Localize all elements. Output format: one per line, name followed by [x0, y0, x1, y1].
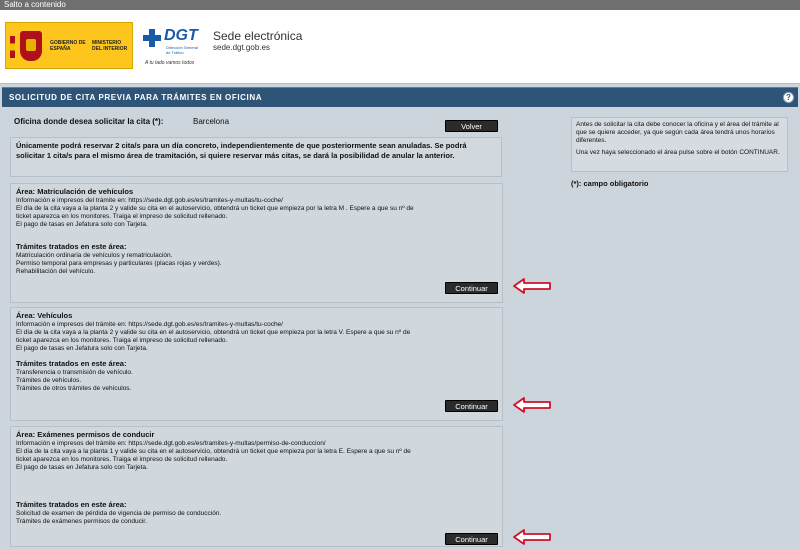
- page-title: SOLICITUD DE CITA PREVIA PARA TRÁMITES E…: [9, 93, 263, 102]
- skip-to-content-link[interactable]: Salto a contenido: [0, 0, 800, 10]
- area-instructions-line: ticket aparezca en los monitores. Traiga…: [16, 213, 228, 220]
- area-panel-examenes: Área: Exámenes permisos de conducir Info…: [10, 426, 503, 547]
- continue-button-vehiculos[interactable]: Continuar: [445, 400, 498, 412]
- side-info-text: Antes de solicitar la cita debe conocer …: [576, 121, 779, 144]
- procedure-item: Trámites de exámenes permisos de conduci…: [16, 518, 147, 525]
- procedure-item: Permiso temporal para empresas y particu…: [16, 260, 222, 267]
- procedures-title: Trámites tratados en este área:: [16, 242, 127, 251]
- gobierno-espana-logo[interactable]: GOBIERNO DE ESPAÑA MINISTERIO DEL INTERI…: [5, 22, 133, 69]
- area-panel-vehiculos: Área: Vehículos Información e impresos d…: [10, 307, 503, 421]
- red-arrow-icon: [513, 278, 551, 294]
- side-info-text: Una vez haya seleccionado el área pulse …: [576, 149, 780, 156]
- area-info-link[interactable]: Información e impresos del trámite en: h…: [16, 440, 497, 448]
- dgt-cross-icon: [143, 29, 161, 47]
- area-instructions-line: ticket aparezca en los monitores. Traiga…: [16, 337, 228, 344]
- site-header: GOBIERNO DE ESPAÑA MINISTERIO DEL INTERI…: [0, 10, 800, 84]
- area-info-link[interactable]: Información e impresos del trámite en: h…: [16, 197, 497, 205]
- area-instructions-line: El pago de tasas en Jefatura solo con Ta…: [16, 464, 148, 471]
- area-title: Área: Vehículos: [16, 311, 73, 320]
- procedure-item: Transferencia o transmisión de vehículo.: [16, 369, 133, 376]
- dgt-logo[interactable]: DGT Dirección General de Tráfico: [140, 22, 204, 58]
- procedure-item: Trámites de vehículos.: [16, 377, 82, 384]
- office-label: Oficina donde desea solicitar la cita (*…: [14, 117, 164, 126]
- procedures-title: Trámites tratados en este área:: [16, 359, 127, 368]
- coat-of-arms-icon: [20, 31, 42, 61]
- dgt-logo-name: DGT: [164, 27, 198, 44]
- area-instructions-line: El día de la cita vaya a la planta 2 y v…: [16, 205, 414, 212]
- page-title-bar: SOLICITUD DE CITA PREVIA PARA TRÁMITES E…: [2, 87, 798, 107]
- site-title: Sede electrónica: [213, 29, 303, 43]
- gov-text-gobierno: GOBIERNO DE ESPAÑA: [50, 40, 86, 52]
- office-value: Barcelona: [193, 117, 230, 126]
- back-button[interactable]: Volver: [445, 120, 498, 132]
- area-instructions-line: El pago de tasas en Jefatura solo con Ta…: [16, 221, 148, 228]
- help-icon[interactable]: ?: [783, 92, 794, 103]
- procedure-item: Solicitud de examen de pérdida de vigenc…: [16, 510, 222, 517]
- dgt-logo-subtitle: Dirección General de Tráfico: [166, 45, 199, 55]
- area-instructions-line: ticket aparezca en los monitores. Traiga…: [16, 456, 228, 463]
- procedure-item: Trámites de otros trámites de vehículos.: [16, 385, 132, 392]
- procedure-item: Matriculación ordinaria de vehículos y r…: [16, 252, 173, 259]
- site-url: sede.dgt.gob.es: [213, 43, 270, 52]
- dgt-tagline: A tu lado vamos todos: [145, 60, 195, 66]
- red-arrow-icon: [513, 529, 551, 545]
- booking-limit-notice: Únicamente podrá reservar 2 cita/s para …: [10, 137, 502, 177]
- red-arrow-icon: [513, 397, 551, 413]
- gov-text-ministerio: MINISTERIO DEL INTERIOR: [92, 40, 128, 52]
- area-title: Área: Exámenes permisos de conducir: [16, 430, 155, 439]
- area-panel-matriculacion: Área: Matriculación de vehículos Informa…: [10, 183, 503, 303]
- spain-flag-icon: [10, 36, 15, 58]
- procedures-title: Trámites tratados en este área:: [16, 500, 127, 509]
- area-info-link[interactable]: Información e impresos del trámite en: h…: [16, 321, 497, 329]
- area-instructions-line: El pago de tasas en Jefatura solo con Ta…: [16, 345, 148, 352]
- continue-button-examenes[interactable]: Continuar: [445, 533, 498, 545]
- area-instructions-line: El día de la cita vaya a la planta 2 y v…: [16, 329, 411, 336]
- area-instructions-line: El día de la cita vaya a la planta 1 y v…: [16, 448, 411, 455]
- continue-button-matriculacion[interactable]: Continuar: [445, 282, 498, 294]
- side-info-box: Antes de solicitar la cita debe conocer …: [571, 117, 788, 172]
- required-field-note: (*): campo obligatorio: [571, 179, 649, 188]
- area-title: Área: Matriculación de vehículos: [16, 187, 134, 196]
- procedure-item: Rehabilitación del vehículo.: [16, 268, 96, 275]
